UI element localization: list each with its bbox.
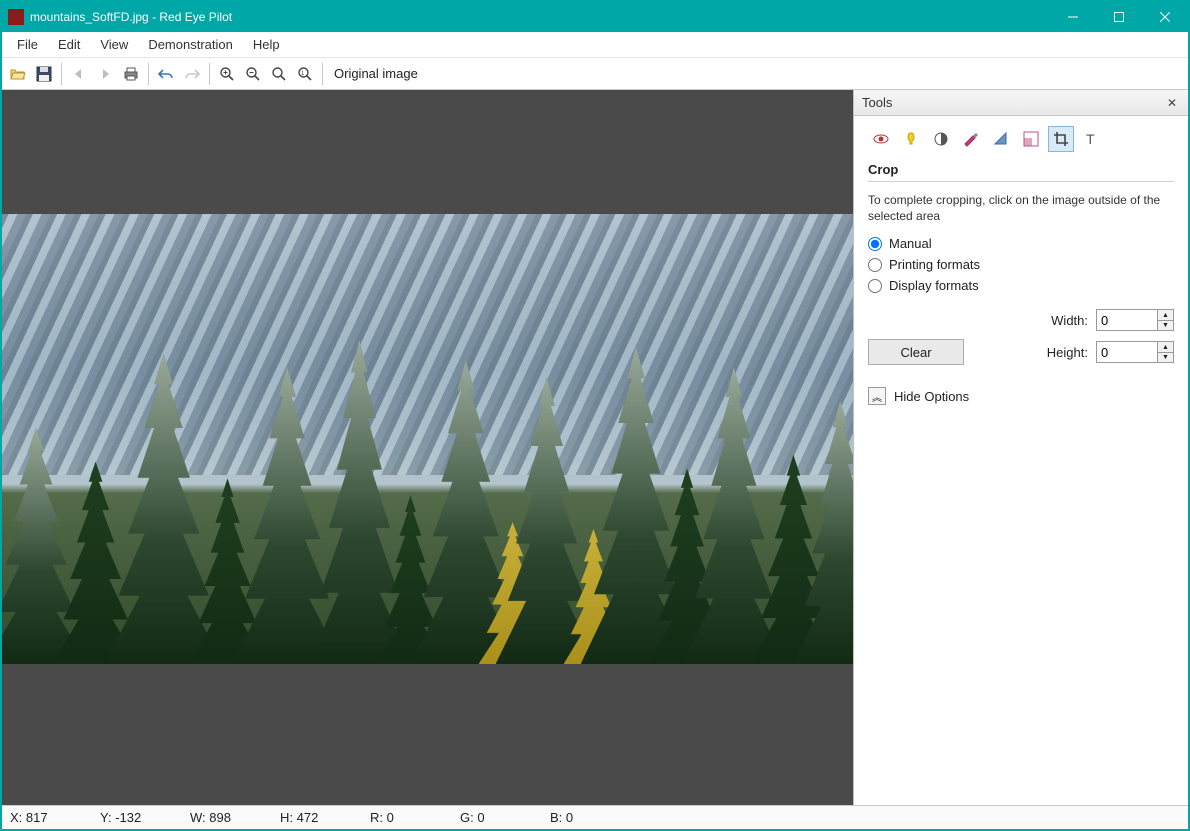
height-spinner[interactable]: ▲▼ — [1096, 341, 1174, 363]
radio-printing-input[interactable] — [868, 258, 882, 272]
status-w: W: 898 — [190, 810, 280, 825]
redeye-tool-icon[interactable] — [868, 126, 894, 152]
radio-manual-input[interactable] — [868, 237, 882, 251]
separator — [322, 63, 323, 85]
separator — [148, 63, 149, 85]
svg-text:T: T — [1086, 131, 1095, 147]
tool-description: To complete cropping, click on the image… — [868, 192, 1174, 224]
tools-panel-body: T Crop To complete cropping, click on th… — [854, 116, 1188, 415]
forward-icon[interactable] — [93, 62, 117, 86]
app-window: mountains_SoftFD.jpg - Red Eye Pilot Fil… — [0, 0, 1190, 831]
tools-panel-close-icon[interactable]: ✕ — [1164, 95, 1180, 111]
radio-manual-label: Manual — [889, 236, 932, 251]
radio-display[interactable]: Display formats — [868, 278, 1174, 293]
radio-printing-label: Printing formats — [889, 257, 980, 272]
image-viewport[interactable] — [2, 214, 853, 664]
hide-options-label: Hide Options — [894, 389, 969, 404]
canvas-padding-top — [2, 90, 853, 214]
contrast-tool-icon[interactable] — [928, 126, 954, 152]
maximize-button[interactable] — [1096, 2, 1142, 32]
status-b: B: 0 — [550, 810, 640, 825]
width-label: Width: — [1051, 313, 1088, 328]
hide-options-toggle[interactable]: ︽ Hide Options — [868, 387, 1174, 405]
app-icon — [8, 9, 24, 25]
undo-icon[interactable] — [154, 62, 178, 86]
status-r: R: 0 — [370, 810, 460, 825]
save-icon[interactable] — [32, 62, 56, 86]
menu-demonstration[interactable]: Demonstration — [139, 34, 242, 55]
zoom-100-icon[interactable]: 1 — [293, 62, 317, 86]
svg-text:1: 1 — [301, 71, 305, 77]
menu-edit[interactable]: Edit — [49, 34, 89, 55]
status-g: G: 0 — [460, 810, 550, 825]
width-down-icon[interactable]: ▼ — [1158, 321, 1173, 331]
redo-icon[interactable] — [180, 62, 204, 86]
height-label: Height: — [1047, 345, 1088, 360]
radio-display-label: Display formats — [889, 278, 979, 293]
height-up-icon[interactable]: ▲ — [1158, 342, 1173, 353]
dimension-controls: Width: ▲▼ Clear Height: ▲▼ — [868, 309, 1174, 365]
clear-button[interactable]: Clear — [868, 339, 964, 365]
status-y: Y: -132 — [100, 810, 190, 825]
crop-tool-icon[interactable] — [1048, 126, 1074, 152]
back-icon[interactable] — [67, 62, 91, 86]
tools-panel: Tools ✕ T Crop To complete cropping, cli… — [853, 90, 1188, 805]
tools-panel-title: Tools — [862, 95, 892, 110]
client-area: Tools ✕ T Crop To complete cropping, cli… — [2, 90, 1188, 805]
separator — [61, 63, 62, 85]
menubar: File Edit View Demonstration Help — [2, 32, 1188, 58]
status-h: H: 472 — [280, 810, 370, 825]
tool-icon-row: T — [868, 126, 1174, 152]
canvas-padding-bottom — [2, 664, 853, 805]
rotate-tool-icon[interactable] — [988, 126, 1014, 152]
resize-tool-icon[interactable] — [1018, 126, 1044, 152]
height-input[interactable] — [1097, 342, 1157, 362]
print-icon[interactable] — [119, 62, 143, 86]
tools-panel-header: Tools ✕ — [854, 90, 1188, 116]
toolbar-label: Original image — [328, 66, 424, 81]
zoom-fit-icon[interactable] — [267, 62, 291, 86]
status-x: X: 817 — [10, 810, 100, 825]
close-button[interactable] — [1142, 2, 1188, 32]
titlebar: mountains_SoftFD.jpg - Red Eye Pilot — [2, 2, 1188, 32]
tool-section-title: Crop — [868, 162, 1174, 182]
chevron-up-icon[interactable]: ︽ — [868, 387, 886, 405]
toolbar: 1 Original image — [2, 58, 1188, 90]
width-spinner[interactable]: ▲▼ — [1096, 309, 1174, 331]
minimize-button[interactable] — [1050, 2, 1096, 32]
window-title: mountains_SoftFD.jpg - Red Eye Pilot — [30, 10, 1050, 24]
statusbar: X: 817 Y: -132 W: 898 H: 472 R: 0 G: 0 B… — [2, 805, 1188, 829]
canvas-area[interactable] — [2, 90, 853, 805]
width-input[interactable] — [1097, 310, 1157, 330]
radio-display-input[interactable] — [868, 279, 882, 293]
menu-help[interactable]: Help — [244, 34, 289, 55]
color-tool-icon[interactable] — [958, 126, 984, 152]
zoom-in-icon[interactable] — [215, 62, 239, 86]
zoom-out-icon[interactable] — [241, 62, 265, 86]
height-down-icon[interactable]: ▼ — [1158, 353, 1173, 363]
menu-view[interactable]: View — [91, 34, 137, 55]
text-tool-icon[interactable]: T — [1078, 126, 1104, 152]
menu-file[interactable]: File — [8, 34, 47, 55]
open-icon[interactable] — [6, 62, 30, 86]
width-up-icon[interactable]: ▲ — [1158, 310, 1173, 321]
separator — [209, 63, 210, 85]
radio-manual[interactable]: Manual — [868, 236, 1174, 251]
radio-printing[interactable]: Printing formats — [868, 257, 1174, 272]
brightness-tool-icon[interactable] — [898, 126, 924, 152]
